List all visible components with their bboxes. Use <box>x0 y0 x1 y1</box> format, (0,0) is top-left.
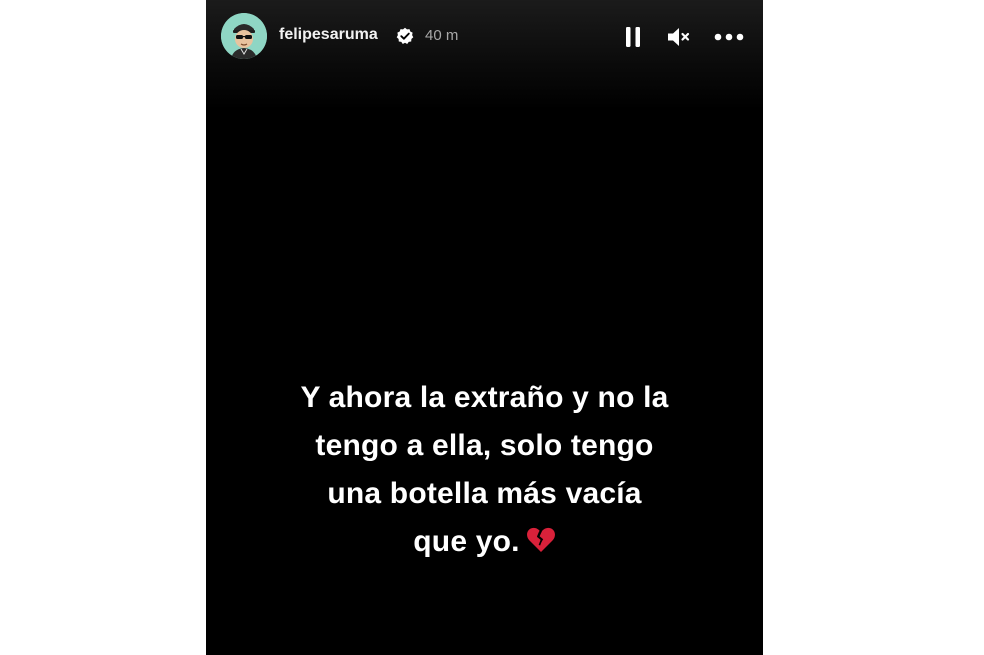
story-caption: Y ahora la extraño y no la tengo a ella,… <box>206 374 763 566</box>
caption-text: que yo. <box>413 525 520 558</box>
verified-badge-icon <box>396 27 414 44</box>
caption-line: tengo a ella, solo tengo <box>315 429 654 462</box>
volume-muted-icon <box>668 28 690 46</box>
more-options-icon <box>714 33 744 41</box>
caption-line-last: que yo. <box>206 518 763 566</box>
more-options-button[interactable] <box>709 22 749 52</box>
caption-line: una botella más vacía <box>327 477 642 510</box>
pause-icon <box>626 27 640 47</box>
story-timestamp: 40 m <box>425 27 459 44</box>
pause-button[interactable] <box>617 22 649 52</box>
story-viewer[interactable]: felipesaruma 40 m Y ahora la extraño y n… <box>206 0 763 655</box>
caption-line: Y ahora la extraño y no la <box>300 381 669 414</box>
story-header: felipesaruma 40 m <box>206 0 763 74</box>
avatar-illustration <box>221 13 267 59</box>
username[interactable]: felipesaruma <box>279 26 378 44</box>
mute-button[interactable] <box>662 22 696 52</box>
broken-heart-icon <box>526 527 555 553</box>
avatar[interactable] <box>221 13 267 59</box>
